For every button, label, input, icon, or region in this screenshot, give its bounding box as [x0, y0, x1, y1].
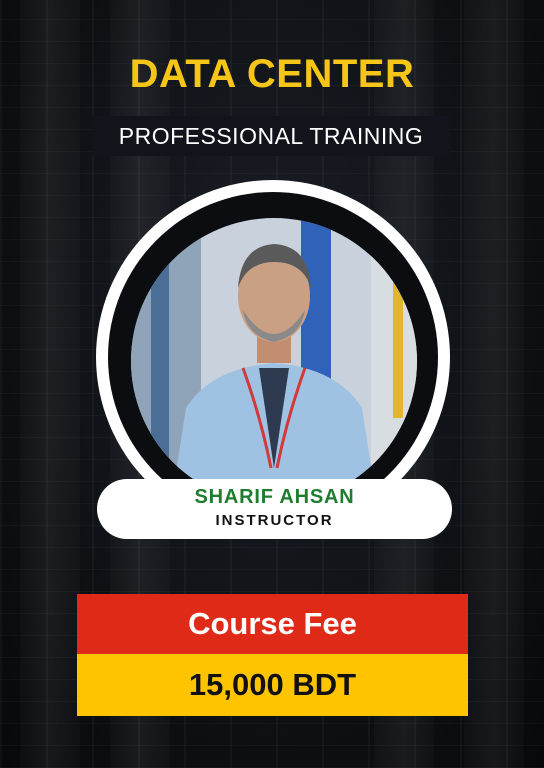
- subtitle-banner: PROFESSIONAL TRAINING: [92, 116, 450, 156]
- instructor-name: SHARIF AHSAN: [194, 486, 355, 508]
- poster-title: DATA CENTER: [129, 52, 415, 96]
- course-fee-header: Course Fee: [77, 594, 468, 654]
- instructor-card: SHARIF AHSAN INSTRUCTOR: [97, 479, 452, 539]
- instructor-role: INSTRUCTOR: [215, 512, 334, 529]
- course-fee-label: Course Fee: [188, 606, 357, 641]
- server-rack-background: [20, 0, 80, 768]
- course-fee-amount: 15,000 BDT: [188, 667, 357, 702]
- poster-subtitle: PROFESSIONAL TRAINING: [118, 122, 424, 149]
- course-fee-box: 15,000 BDT: [77, 654, 468, 716]
- server-rack-background: [464, 0, 524, 768]
- course-poster: DATA CENTER PROFESSIONAL TRAINING SHARIF…: [0, 0, 544, 768]
- instructor-photo: [131, 218, 417, 504]
- instructor-photo-illustration: [131, 218, 417, 504]
